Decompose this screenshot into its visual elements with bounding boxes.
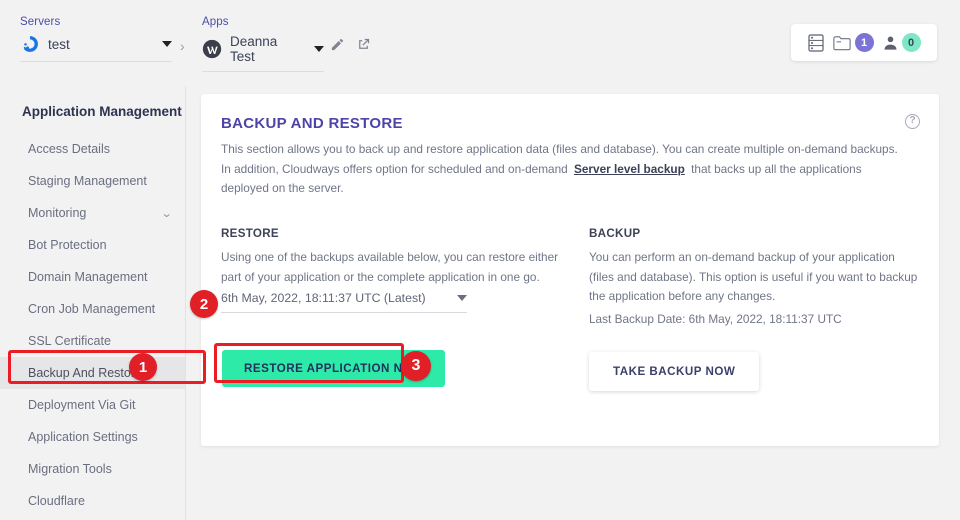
- projects-count-badge: 1: [854, 33, 874, 52]
- breadcrumb-servers: Servers test: [20, 16, 172, 62]
- app-name: Deanna Test: [230, 34, 278, 64]
- apps-label: Apps: [202, 16, 229, 28]
- annotation-step-1: 1: [129, 353, 157, 381]
- projects-item[interactable]: 1: [832, 33, 874, 52]
- sidebar-title: Application Management: [22, 104, 182, 119]
- sidebar-item-domain-management[interactable]: Domain Management: [0, 261, 185, 293]
- sidebar-item-label: Migration Tools: [28, 462, 112, 476]
- server-level-backup-link[interactable]: Server level backup: [571, 162, 688, 176]
- sidebar-item-label: Cloudflare: [28, 494, 85, 508]
- restore-column: RESTORE Using one of the backups availab…: [221, 227, 561, 287]
- backup-date-select[interactable]: 6th May, 2022, 18:11:37 UTC (Latest): [221, 291, 467, 313]
- card-description: This section allows you to back up and r…: [221, 140, 901, 199]
- sidebar-item-label: Bot Protection: [28, 238, 107, 252]
- restore-body: Using one of the backups available below…: [221, 250, 559, 284]
- sidebar-item-bot-protection[interactable]: Bot Protection: [0, 229, 185, 261]
- sidebar-item-cloudflare[interactable]: Cloudflare: [0, 485, 185, 517]
- top-bar: Servers test › Apps Deanna Test 1 0: [0, 0, 960, 82]
- dropdown-caret-icon[interactable]: [162, 41, 172, 47]
- backup-date-value: 6th May, 2022, 18:11:37 UTC (Latest): [221, 291, 426, 305]
- backup-heading: BACKUP: [589, 227, 641, 240]
- backup-column: BACKUP You can perform an on-demand back…: [589, 227, 919, 307]
- app-root: Servers test › Apps Deanna Test 1 0 Appl…: [0, 0, 960, 520]
- sidebar: Application Management Access Details St…: [0, 86, 186, 520]
- sidebar-item-ssl-certificate[interactable]: SSL Certificate: [0, 325, 185, 357]
- chevron-down-icon: ⌄: [160, 207, 173, 220]
- sidebar-item-access-details[interactable]: Access Details: [0, 133, 185, 165]
- sidebar-item-staging-management[interactable]: Staging Management: [0, 165, 185, 197]
- dropdown-caret-icon[interactable]: [314, 46, 324, 52]
- breadcrumb-apps: Apps Deanna Test: [202, 16, 324, 72]
- sidebar-item-migration-tools[interactable]: Migration Tools: [0, 453, 185, 485]
- folder-icon: [832, 35, 851, 50]
- pencil-icon[interactable]: [330, 37, 345, 52]
- sidebar-item-cron-job-management[interactable]: Cron Job Management: [0, 293, 185, 325]
- sidebar-item-label: Cron Job Management: [28, 302, 156, 316]
- sidebar-item-label: Staging Management: [28, 174, 147, 188]
- wordpress-logo-icon: [202, 39, 222, 59]
- page-title: BACKUP AND RESTORE: [221, 115, 403, 132]
- take-backup-now-button[interactable]: TAKE BACKUP NOW: [589, 352, 760, 391]
- sidebar-item-label: Monitoring: [28, 206, 87, 220]
- sidebar-item-monitoring[interactable]: Monitoring ⌄: [0, 197, 185, 229]
- server-name: test: [48, 36, 70, 52]
- sidebar-item-label: Deployment Via Git: [28, 398, 136, 412]
- chevron-down-icon: [457, 295, 467, 301]
- annotation-step-2: 2: [190, 290, 218, 318]
- help-icon[interactable]: ?: [905, 114, 920, 129]
- user-icon: [884, 36, 896, 50]
- server-list-icon: [807, 33, 824, 52]
- sidebar-item-backup-and-restore[interactable]: Backup And Restore: [0, 357, 185, 389]
- external-link-icon[interactable]: [356, 37, 371, 52]
- cloudways-logo-icon: [23, 36, 38, 52]
- restore-heading: RESTORE: [221, 227, 279, 240]
- server-selector[interactable]: test: [20, 34, 172, 62]
- last-backup-date: Last Backup Date: 6th May, 2022, 18:11:3…: [589, 312, 842, 326]
- app-selector[interactable]: Deanna Test: [202, 34, 324, 72]
- sidebar-item-label: Domain Management: [28, 270, 148, 284]
- servers-label: Servers: [20, 16, 61, 28]
- backup-restore-card: BACKUP AND RESTORE ? This section allows…: [201, 94, 939, 446]
- annotation-step-3: 3: [401, 351, 431, 381]
- backup-body: You can perform an on-demand backup of y…: [589, 250, 918, 303]
- top-right-toolbar: 1 0: [791, 24, 937, 61]
- server-list-item[interactable]: [807, 33, 824, 52]
- sidebar-item-label: Application Settings: [28, 430, 138, 444]
- breadcrumb-separator: ›: [180, 38, 185, 54]
- sidebar-item-deployment-via-git[interactable]: Deployment Via Git: [0, 389, 185, 421]
- sidebar-item-label: Access Details: [28, 142, 110, 156]
- app-actions: [330, 37, 371, 52]
- sidebar-item-label: Backup And Restore: [28, 366, 142, 380]
- sidebar-item-label: SSL Certificate: [28, 334, 111, 348]
- team-item[interactable]: 0: [883, 33, 921, 52]
- sidebar-item-application-settings[interactable]: Application Settings: [0, 421, 185, 453]
- team-count-badge: 0: [901, 33, 921, 52]
